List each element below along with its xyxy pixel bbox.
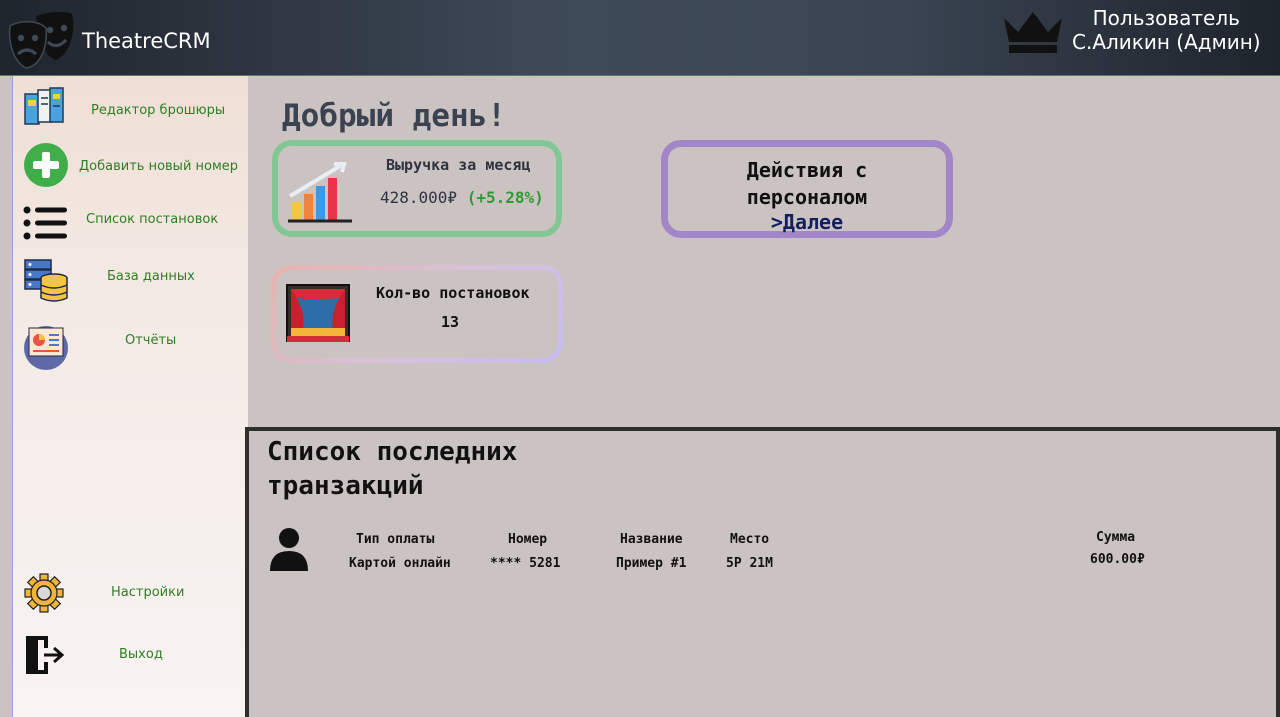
staff-title-line1: Действия с xyxy=(746,158,868,182)
sidebar-item-label: Редактор брошюры xyxy=(91,103,226,118)
user-name-label: С.Аликин (Админ) xyxy=(1072,30,1261,54)
sidebar-item-label: Настройки xyxy=(111,585,185,600)
revenue-value-line: 428.000₽ (+5.28%) xyxy=(380,188,544,207)
top-bar: TheatreCRM Пользователь С.Аликин (Админ) xyxy=(0,0,1280,76)
column-header-name: Название xyxy=(620,532,683,547)
plus-circle-icon xyxy=(24,143,68,187)
app-title: TheatreCRM xyxy=(82,29,211,53)
cell-name: Пример #1 xyxy=(616,556,687,571)
revenue-value: 428.000₽ xyxy=(380,188,458,207)
sidebar-item-label: Выход xyxy=(119,647,163,662)
sidebar-item-label: База данных xyxy=(107,269,195,284)
column-header-sum: Сумма xyxy=(1096,530,1136,545)
theatre-stage-icon xyxy=(286,284,350,342)
shows-value: 13 xyxy=(441,313,460,331)
sidebar-item-shows-list[interactable]: Список постановок xyxy=(13,198,249,248)
sidebar-item-label: Отчёты xyxy=(125,333,177,348)
sidebar-item-brochure-editor[interactable]: Редактор брошюры xyxy=(13,84,249,134)
column-header-payment-type: Тип оплаты xyxy=(356,532,435,547)
revenue-delta: (+5.28%) xyxy=(466,188,544,207)
revenue-title: Выручка за месяц xyxy=(386,156,531,174)
sidebar: Редактор брошюры Добавить новый номер Сп… xyxy=(12,76,248,717)
revenue-card: Выручка за месяц 428.000₽ (+5.28%) xyxy=(272,140,562,237)
column-header-seat: Место xyxy=(730,532,770,547)
brochure-icon xyxy=(24,87,64,125)
transactions-panel: Список последних транзакций Тип оплаты Н… xyxy=(245,427,1280,717)
shows-card-inner: Кол-во постановок 13 xyxy=(276,270,558,358)
cell-seat: 5Р 21М xyxy=(726,556,773,571)
staff-title-line2: персоналом xyxy=(746,185,868,209)
sidebar-item-label: Добавить новый номер xyxy=(79,159,239,174)
database-icon xyxy=(24,259,68,302)
cell-number: **** 5281 xyxy=(490,556,561,571)
logout-icon xyxy=(26,636,65,674)
transactions-title-line2: транзакций xyxy=(267,471,424,501)
sidebar-item-add-number[interactable]: Добавить новый номер xyxy=(13,140,249,190)
sidebar-item-database[interactable]: База данных xyxy=(13,256,249,306)
staff-card-title: Действия с персоналом xyxy=(668,157,946,211)
cell-sum: 600.00₽ xyxy=(1090,552,1145,567)
user-icon xyxy=(270,528,308,571)
sidebar-item-label: Список постановок xyxy=(86,212,219,227)
staff-next-link[interactable]: >Далее xyxy=(668,210,946,234)
greeting-title: Добрый день! xyxy=(282,98,506,134)
list-icon xyxy=(23,206,67,240)
sidebar-item-settings[interactable]: Настройки xyxy=(13,572,249,622)
report-icon xyxy=(24,326,68,370)
theatre-masks-icon xyxy=(8,11,74,69)
crown-icon xyxy=(1004,12,1062,53)
user-role-label: Пользователь xyxy=(1092,6,1240,30)
gear-icon xyxy=(24,573,64,613)
user-info[interactable]: Пользователь С.Аликин (Админ) xyxy=(1072,6,1261,54)
transactions-title-line1: Список последних xyxy=(267,437,518,467)
cell-payment-type: Картой онлайн xyxy=(349,556,451,571)
column-header-number: Номер xyxy=(508,532,548,547)
sidebar-item-logout[interactable]: Выход xyxy=(13,632,249,682)
shows-count-card: Кол-во постановок 13 xyxy=(271,265,563,363)
sidebar-item-reports[interactable]: Отчёты xyxy=(13,320,249,370)
transactions-title: Список последних транзакций xyxy=(267,435,517,503)
shows-title: Кол-во постановок xyxy=(376,284,530,302)
staff-actions-card[interactable]: Действия с персоналом >Далее xyxy=(661,140,953,238)
bar-chart-icon xyxy=(288,162,352,223)
